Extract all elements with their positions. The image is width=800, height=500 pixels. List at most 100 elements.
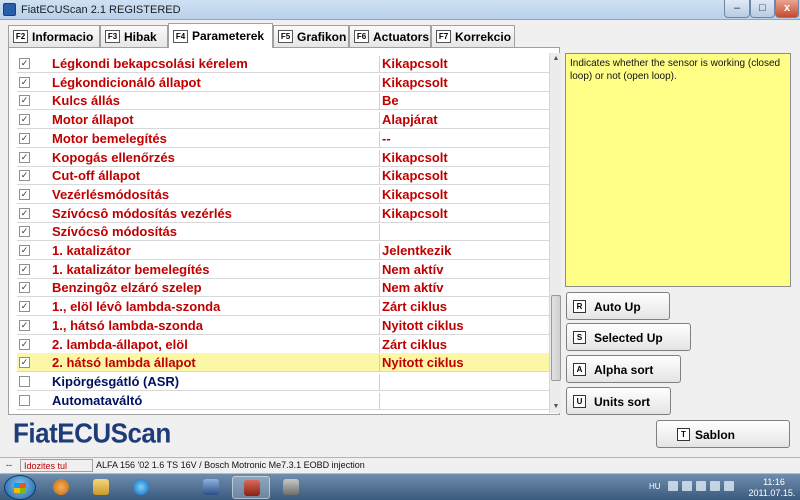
tab-label: Parameterek	[192, 29, 265, 43]
tab-label: Grafikon	[297, 29, 347, 44]
checked-checkbox[interactable]: ✓	[19, 133, 30, 144]
checked-checkbox[interactable]: ✓	[19, 245, 30, 256]
checked-checkbox[interactable]: ✓	[19, 152, 30, 163]
parameter-value: Kikapcsolt	[382, 206, 448, 221]
parameter-row[interactable]: ✓ Benzingôz elzáró szelep Nem aktív	[17, 278, 555, 297]
button-label: Auto Up	[594, 300, 641, 314]
clock-time[interactable]: 11:16	[752, 477, 796, 487]
checked-checkbox[interactable]: ✓	[19, 357, 30, 368]
sablon-button[interactable]: T Sablon	[656, 420, 790, 448]
parameter-row[interactable]: Vezetési program kijelzése	[17, 409, 555, 410]
parameter-row[interactable]: ✓ 2. lambda-állapot, elöl Zárt ciklus	[17, 335, 555, 354]
parameter-row[interactable]: ✓ 1. katalizátor bemelegítés Nem aktív	[17, 260, 555, 279]
unchecked-checkbox[interactable]	[19, 395, 30, 406]
tab-korrekcio[interactable]: F7 Korrekcio	[431, 25, 515, 47]
scroll-down-arrow-icon[interactable]: ▼	[550, 401, 562, 413]
checked-checkbox[interactable]: ✓	[19, 264, 30, 275]
parameter-row[interactable]: ✓ Szívócsô módosítás	[17, 222, 555, 241]
checked-checkbox[interactable]: ✓	[19, 320, 30, 331]
parameter-row[interactable]: ✓ Vezérlésmódosítás Kikapcsolt	[17, 185, 555, 204]
alpha-sort-button[interactable]: A Alpha sort	[566, 355, 681, 383]
units-sort-button[interactable]: U Units sort	[566, 387, 671, 415]
a-key-icon: A	[573, 363, 586, 376]
clock-date[interactable]: 2011.07.15.	[748, 488, 796, 498]
parameter-row[interactable]: ✓ 1., hátsó lambda-szonda Nyitott ciklus	[17, 316, 555, 335]
auto-up-button[interactable]: R Auto Up	[566, 292, 670, 320]
network-icon[interactable]	[696, 481, 706, 491]
parameter-row[interactable]: ✓ Légkondicionáló állapot Kikapcsolt	[17, 73, 555, 92]
tab-actuators[interactable]: F6 Actuators	[349, 25, 431, 47]
app-icon[interactable]	[192, 476, 230, 499]
checked-checkbox[interactable]: ✓	[19, 208, 30, 219]
parameter-value: --	[382, 131, 391, 146]
explorer-icon[interactable]	[82, 476, 120, 499]
parameter-value: Nyitott ciklus	[382, 355, 464, 370]
status-bar: -- Idozites tul magas!! ALFA 156 '02 1.6…	[0, 457, 800, 483]
scroll-thumb[interactable]	[551, 295, 561, 381]
parameter-value: Alapjárat	[382, 112, 438, 127]
checked-checkbox[interactable]: ✓	[19, 282, 30, 293]
f2-key-icon: F2	[13, 30, 28, 43]
parameter-name: Motor állapot	[36, 112, 380, 129]
tray-flag-icon[interactable]	[682, 481, 692, 491]
parameter-list[interactable]: ✓ Légkondi bekapcsolási kérelem Kikapcsolt…	[17, 54, 555, 410]
status-warning: Idozites tul magas!!	[20, 459, 93, 483]
parameter-name: Légkondicionáló állapot	[36, 75, 380, 92]
selected-up-button[interactable]: S Selected Up	[566, 323, 691, 351]
parameter-row[interactable]: ✓ Motor bemelegítés --	[17, 129, 555, 148]
tab-parameterek[interactable]: F4 Parameterek	[168, 23, 273, 48]
maximize-button[interactable]: □	[750, 0, 775, 18]
parameter-name: 1., hátsó lambda-szonda	[36, 318, 380, 335]
tab-label: Informacio	[32, 29, 94, 44]
close-button[interactable]: x	[775, 0, 799, 18]
parameter-row[interactable]: ✓ Légkondi bekapcsolási kérelem Kikapcsolt	[17, 54, 555, 73]
tray-arrow-icon[interactable]	[668, 481, 678, 491]
parameter-value: Nem aktív	[382, 262, 444, 277]
fiatecuscan-icon[interactable]	[232, 476, 270, 499]
tray-app-icon[interactable]	[724, 481, 734, 491]
parameter-row[interactable]: ✓ Kulcs állás Be	[17, 91, 555, 110]
checked-checkbox[interactable]: ✓	[19, 170, 30, 181]
checked-checkbox[interactable]: ✓	[19, 77, 30, 88]
media-player-icon[interactable]	[42, 476, 80, 499]
parameter-value: Kikapcsolt	[382, 168, 448, 183]
internet-explorer-icon[interactable]	[122, 476, 160, 499]
parameter-row[interactable]: ✓ Kopogás ellenőrzés Kikapcsolt	[17, 148, 555, 167]
windows-logo-icon	[14, 483, 26, 493]
language-indicator[interactable]: HU	[649, 482, 661, 491]
volume-icon[interactable]	[710, 481, 720, 491]
checked-checkbox[interactable]: ✓	[19, 301, 30, 312]
parameter-row[interactable]: ✓ Motor állapot Alapjárat	[17, 110, 555, 129]
parameter-scrollbar[interactable]: ▲ ▼	[549, 53, 561, 413]
s-key-icon: S	[573, 331, 586, 344]
button-label: Selected Up	[594, 331, 663, 345]
system-tray[interactable]	[668, 481, 738, 493]
checked-checkbox[interactable]: ✓	[19, 114, 30, 125]
parameter-name: Cut-off állapot	[36, 168, 380, 185]
checked-checkbox[interactable]: ✓	[19, 58, 30, 69]
parameter-name: Szívócsô módosítás	[36, 224, 380, 241]
parameter-row[interactable]: ✓ Szívócsô módosítás vezérlés Kikapcsolt	[17, 204, 555, 223]
checked-checkbox[interactable]: ✓	[19, 339, 30, 350]
checked-checkbox[interactable]: ✓	[19, 189, 30, 200]
app-icon[interactable]	[272, 476, 310, 499]
parameter-row[interactable]: ✓ Cut-off állapot Kikapcsolt	[17, 166, 555, 185]
tab-hibak[interactable]: F3 Hibak	[100, 25, 168, 47]
minimize-button[interactable]: –	[724, 0, 750, 18]
parameter-description: Indicates whether the sensor is working …	[565, 53, 791, 287]
tab-informacio[interactable]: F2 Informacio	[8, 25, 100, 47]
parameter-name: Légkondi bekapcsolási kérelem	[36, 56, 380, 73]
checked-checkbox[interactable]: ✓	[19, 226, 30, 237]
parameter-name: Vezérlésmódosítás	[36, 187, 380, 204]
parameter-row-selected[interactable]: ✓ 2. hátsó lambda állapot Nyitott ciklus	[17, 353, 555, 372]
t-key-icon: T	[677, 428, 690, 441]
unchecked-checkbox[interactable]	[19, 376, 30, 387]
parameter-row[interactable]: Kipörgésgátló (ASR)	[17, 372, 555, 391]
tab-grafikon[interactable]: F5 Grafikon	[273, 25, 349, 47]
parameter-row[interactable]: ✓ 1., elöl lévô lambda-szonda Zárt ciklus	[17, 297, 555, 316]
start-button[interactable]	[4, 475, 36, 500]
scroll-up-arrow-icon[interactable]: ▲	[550, 53, 562, 65]
parameter-row[interactable]: ✓ 1. katalizátor Jelentkezik	[17, 241, 555, 260]
checked-checkbox[interactable]: ✓	[19, 95, 30, 106]
parameter-row[interactable]: Automataváltó	[17, 391, 555, 410]
